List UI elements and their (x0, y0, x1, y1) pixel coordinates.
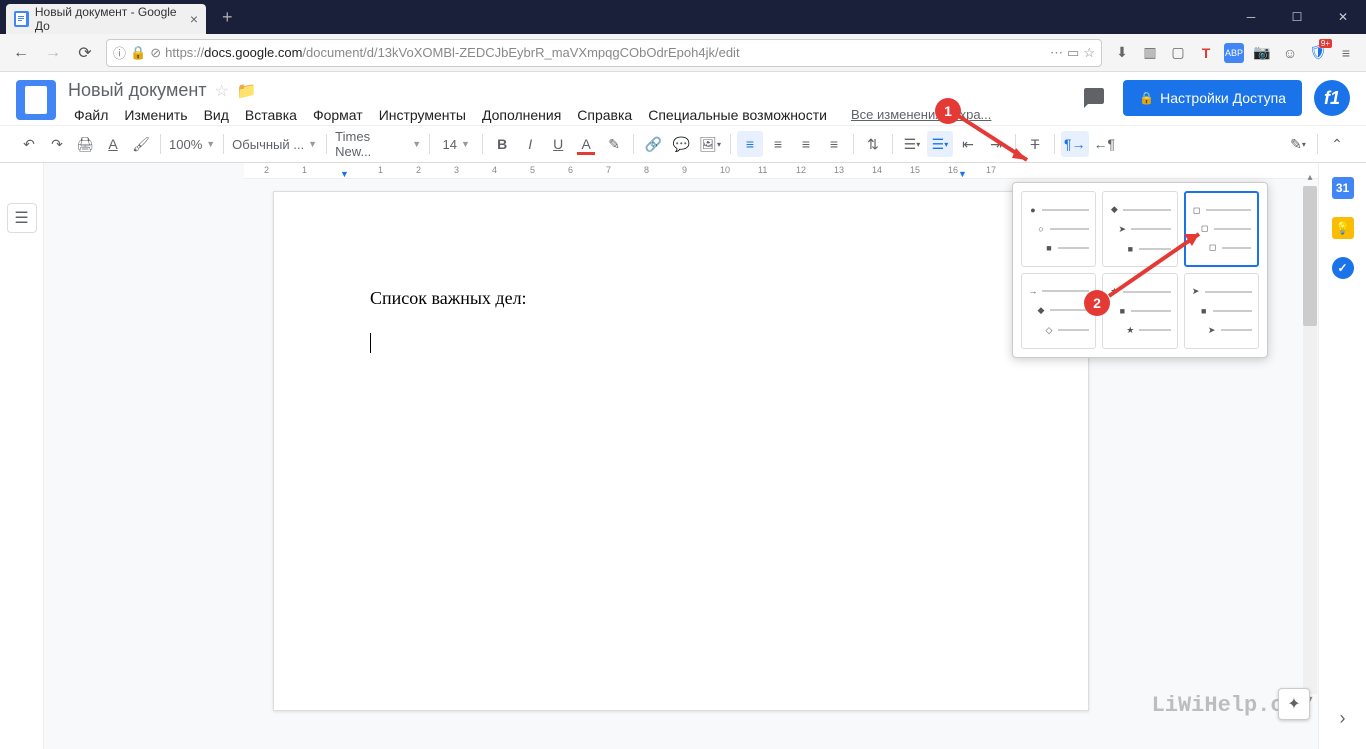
docs-menu-bar: Файл Изменить Вид Вставка Формат Инструм… (68, 105, 1077, 125)
lock-icon: 🔒 (130, 45, 146, 61)
menu-file[interactable]: Файл (68, 105, 114, 125)
pocket-icon[interactable]: ▢ (1168, 43, 1188, 63)
text-cursor (370, 333, 371, 353)
font-select[interactable]: Times New...▼ (333, 131, 423, 157)
annotation-arrow-1 (952, 110, 1042, 170)
tab-title: Новый документ - Google До (35, 5, 184, 33)
align-justify-button[interactable]: ≡ (821, 131, 847, 157)
link-button[interactable]: 🔗 (640, 131, 666, 157)
star-icon[interactable]: ☆ (215, 81, 229, 101)
docs-header: Новый документ ☆ 📁 Файл Изменить Вид Вст… (0, 72, 1366, 125)
bullet-option-4[interactable]: → ◆ ◇ (1021, 273, 1096, 349)
image-button[interactable]: 🖼▾ (696, 131, 724, 157)
tab-close-icon[interactable]: × (190, 11, 198, 27)
editing-mode-button[interactable]: ✎▾ (1285, 131, 1311, 157)
left-gutter: ☰ (0, 163, 44, 749)
collapse-toolbar-button[interactable]: ⌃ (1324, 131, 1350, 157)
info-icon[interactable]: ⓘ (113, 43, 126, 62)
outline-button[interactable]: ☰ (7, 203, 37, 233)
url-bar[interactable]: ⓘ 🔒 ⊘ https://docs.google.com/document/d… (106, 39, 1102, 67)
menu-accessibility[interactable]: Специальные возможности (642, 105, 833, 125)
right-sidebar: 31 💡 ✓ › (1318, 163, 1366, 749)
bookmark-star-icon[interactable]: ☆ (1083, 45, 1095, 61)
rtl-button[interactable]: ←¶ (1091, 131, 1119, 157)
italic-button[interactable]: I (517, 131, 543, 157)
spellcheck-button[interactable]: A (100, 131, 126, 157)
document-page[interactable]: Список важных дел: (273, 191, 1089, 711)
align-center-button[interactable]: ≡ (765, 131, 791, 157)
explore-button[interactable]: ✦ (1278, 688, 1310, 720)
reader-icon[interactable]: ▭ (1067, 45, 1079, 61)
new-tab-button[interactable]: + (216, 5, 239, 30)
highlight-button[interactable]: ✎ (601, 131, 627, 157)
document-text[interactable]: Список важных дел: (370, 288, 992, 309)
browser-tab[interactable]: Новый документ - Google До × (6, 4, 206, 34)
vertical-scrollbar[interactable]: ▴ ▾ (1303, 186, 1317, 694)
menu-format[interactable]: Формат (307, 105, 369, 125)
menu-edit[interactable]: Изменить (118, 105, 193, 125)
library-icon[interactable]: ⬇ (1112, 43, 1132, 63)
menu-view[interactable]: Вид (198, 105, 235, 125)
profile-icon[interactable]: ☺ (1280, 43, 1300, 63)
ext-t-icon[interactable]: T (1196, 43, 1216, 63)
paint-format-button[interactable]: 🖌 (128, 131, 154, 157)
browser-tab-bar: Новый документ - Google До × + ─ ☐ ✕ (0, 0, 1366, 34)
extension-icons: ⬇ ▥ ▢ T ABP 📷 ☺ 🛡9+ ≡ (1108, 43, 1360, 63)
calendar-sidebar-icon[interactable]: 31 (1332, 177, 1354, 199)
document-title[interactable]: Новый документ (68, 80, 207, 101)
ext-adblock-icon[interactable]: ABP (1224, 43, 1244, 63)
bold-button[interactable]: B (489, 131, 515, 157)
ltr-button[interactable]: ¶→ (1061, 131, 1089, 157)
share-button[interactable]: Настройки Доступа (1123, 80, 1302, 116)
books-icon[interactable]: ▥ (1140, 43, 1160, 63)
menu-addons[interactable]: Дополнения (476, 105, 567, 125)
back-button[interactable]: ← (6, 38, 36, 68)
redo-button[interactable]: ↷ (44, 131, 70, 157)
bulleted-list-button[interactable]: ☰▾ (927, 131, 953, 157)
minimize-button[interactable]: ─ (1228, 0, 1274, 34)
comments-button[interactable] (1077, 81, 1111, 115)
shield-icon: ⊘ (150, 45, 161, 61)
zoom-select[interactable]: 100%▼ (167, 131, 217, 157)
maximize-button[interactable]: ☐ (1274, 0, 1320, 34)
print-button[interactable]: 🖨 (72, 131, 98, 157)
underline-button[interactable]: U (545, 131, 571, 157)
folder-icon[interactable]: 📁 (237, 81, 257, 101)
annotation-arrow-2 (1104, 226, 1214, 302)
undo-button[interactable]: ↶ (16, 131, 42, 157)
scroll-thumb[interactable] (1303, 186, 1317, 326)
menu-tools[interactable]: Инструменты (373, 105, 472, 125)
font-size-select[interactable]: 14▼ (436, 131, 476, 157)
more-icon[interactable]: ⋯ (1050, 45, 1063, 61)
menu-icon[interactable]: ≡ (1336, 43, 1356, 63)
menu-help[interactable]: Справка (571, 105, 638, 125)
docs-favicon (14, 11, 29, 27)
line-spacing-button[interactable]: ⇅ (860, 131, 886, 157)
window-controls: ─ ☐ ✕ (1228, 0, 1366, 34)
ext-notif-icon[interactable]: 🛡9+ (1308, 43, 1328, 63)
annotation-badge-1: 1 (935, 98, 961, 124)
docs-logo-icon[interactable] (16, 80, 56, 120)
browser-nav-bar: ← → ⟳ ⓘ 🔒 ⊘ https://docs.google.com/docu… (0, 34, 1366, 72)
reload-button[interactable]: ⟳ (70, 38, 100, 68)
numbered-list-button[interactable]: ☰▾ (899, 131, 925, 157)
align-right-button[interactable]: ≡ (793, 131, 819, 157)
ext-screenshot-icon[interactable]: 📷 (1252, 43, 1272, 63)
bullet-option-1[interactable]: ● ○ ■ (1021, 191, 1096, 267)
menu-insert[interactable]: Вставка (239, 105, 303, 125)
forward-button[interactable]: → (38, 38, 68, 68)
horizontal-ruler[interactable]: 21 12 34 56 78 910 1112 1314 1516 17 ▼ ▼ (244, 163, 1318, 179)
comment-button[interactable]: 💬 (668, 131, 694, 157)
close-window-button[interactable]: ✕ (1320, 0, 1366, 34)
text-color-button[interactable]: A (573, 131, 599, 157)
sidebar-collapse-icon[interactable]: › (1340, 708, 1346, 729)
align-left-button[interactable]: ≡ (737, 131, 763, 157)
url-text: https://docs.google.com/document/d/13kVo… (165, 45, 1046, 60)
annotation-badge-2: 2 (1084, 290, 1110, 316)
tasks-sidebar-icon[interactable]: ✓ (1332, 257, 1354, 279)
style-select[interactable]: Обычный ...▼ (230, 131, 320, 157)
user-avatar[interactable]: f1 (1314, 80, 1350, 116)
docs-toolbar: ↶ ↷ 🖨 A 🖌 100%▼ Обычный ...▼ Times New..… (0, 125, 1366, 163)
keep-sidebar-icon[interactable]: 💡 (1332, 217, 1354, 239)
